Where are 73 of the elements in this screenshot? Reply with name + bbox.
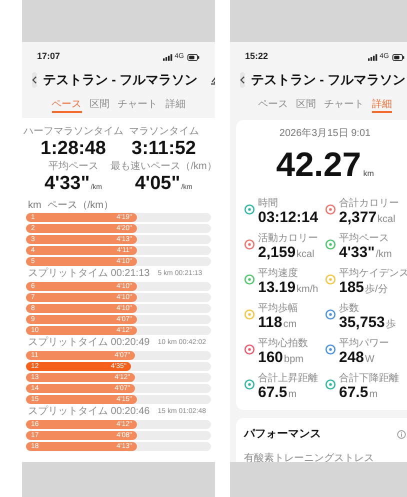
metric-unit: cm — [283, 318, 297, 332]
metric-value: 35,753 — [339, 314, 385, 331]
metric-unit: 歩/分 — [365, 282, 388, 297]
activity-date: 2026年3月15日 9:01 — [279, 128, 371, 140]
tab[interactable]: チャート — [118, 98, 158, 112]
metric-value: 4'33" — [339, 244, 375, 261]
column-header: ペース（/km） — [47, 200, 114, 212]
metric-label: 合計カロリー — [339, 198, 399, 209]
stat-label: 平均ペース — [48, 161, 98, 173]
distance-value: 42.27 — [276, 146, 362, 184]
back-icon — [32, 76, 37, 84]
metric-value: 67.5 — [339, 384, 368, 401]
tab[interactable]: ペース — [52, 98, 82, 112]
tab[interactable]: 区間 — [90, 98, 110, 112]
metric-label: 平均ペース — [339, 233, 390, 244]
back-button[interactable] — [240, 72, 245, 88]
back-button[interactable] — [32, 72, 37, 88]
screen-title: テストラン - フルマラソン — [251, 71, 406, 90]
battery-icon — [187, 54, 200, 60]
metric-unit: kcal — [378, 213, 396, 227]
metric-label: 合計上昇距離 — [258, 373, 318, 384]
signal-icon — [368, 54, 378, 60]
tab[interactable]: 区間 — [296, 98, 316, 112]
metric-unit: 歩 — [386, 318, 396, 332]
back-icon — [240, 76, 245, 84]
metric-label: 平均パワー — [339, 338, 389, 349]
stat-label: マラソンタイム — [128, 126, 199, 138]
metric-label: 平均速度 — [258, 268, 299, 279]
metric-unit: km/h — [296, 283, 318, 297]
metric-unit: kcal — [296, 248, 314, 262]
battery-icon — [392, 54, 405, 60]
distance-unit: km — [363, 168, 374, 180]
stat-label: ハーフマラソンタイム — [23, 126, 124, 138]
metric-value: 2,159 — [258, 244, 296, 261]
split-time: スプリットタイム 00:20:46 — [28, 406, 150, 418]
stat-label: 最も速いペース（/km） — [110, 161, 215, 173]
metric-unit: /km — [376, 248, 392, 262]
stat-value: 3:11:52 — [132, 138, 196, 160]
metric-value: 2,377 — [339, 209, 377, 226]
split-time: スプリットタイム 00:20:49 — [28, 337, 150, 349]
tab[interactable]: 詳細 — [372, 98, 392, 112]
metric-value: 185 — [339, 279, 364, 296]
metric-value: 118 — [258, 314, 282, 331]
metric-label: 合計下降距離 — [339, 373, 399, 384]
status-time: 17:07 — [37, 50, 60, 64]
metric-unit: m — [288, 388, 297, 402]
signal-icon — [162, 54, 173, 60]
screen-title: テストラン - フルマラソン — [43, 71, 198, 90]
metric-value: 248 — [339, 349, 364, 366]
metric-label: 平均心拍数 — [258, 338, 308, 349]
metric-label: 歩数 — [339, 303, 360, 314]
stat-value: 4'05" — [134, 173, 180, 195]
status-time: 15:22 — [245, 50, 268, 64]
section-title: パフォーマンス — [244, 427, 321, 442]
metric-value: 13.19 — [258, 279, 296, 296]
section-subtitle: 有酸素トレーニングストレス — [244, 452, 375, 462]
metric-unit: m — [369, 388, 378, 402]
stat-value: 4'33" — [44, 173, 90, 195]
split-time: スプリットタイム 00:21:13 — [28, 268, 150, 280]
tab[interactable]: 詳細 — [166, 98, 186, 112]
metric-label: 時間 — [258, 198, 279, 209]
metric-unit: W — [365, 353, 374, 367]
metric-unit: bpm — [284, 353, 304, 367]
metric-label: 平均歩幅 — [258, 303, 298, 314]
metric-value: 67.5 — [258, 384, 288, 401]
metric-value: 160 — [258, 349, 284, 366]
tab[interactable]: チャート — [324, 98, 364, 112]
column-header: km — [28, 200, 42, 212]
metric-value: 03:12:14 — [258, 209, 318, 226]
info-icon[interactable] — [397, 430, 406, 439]
tab[interactable]: ペース — [258, 98, 288, 112]
stat-value: 1:28:48 — [40, 138, 106, 160]
metric-label: 活動カロリー — [258, 233, 318, 244]
